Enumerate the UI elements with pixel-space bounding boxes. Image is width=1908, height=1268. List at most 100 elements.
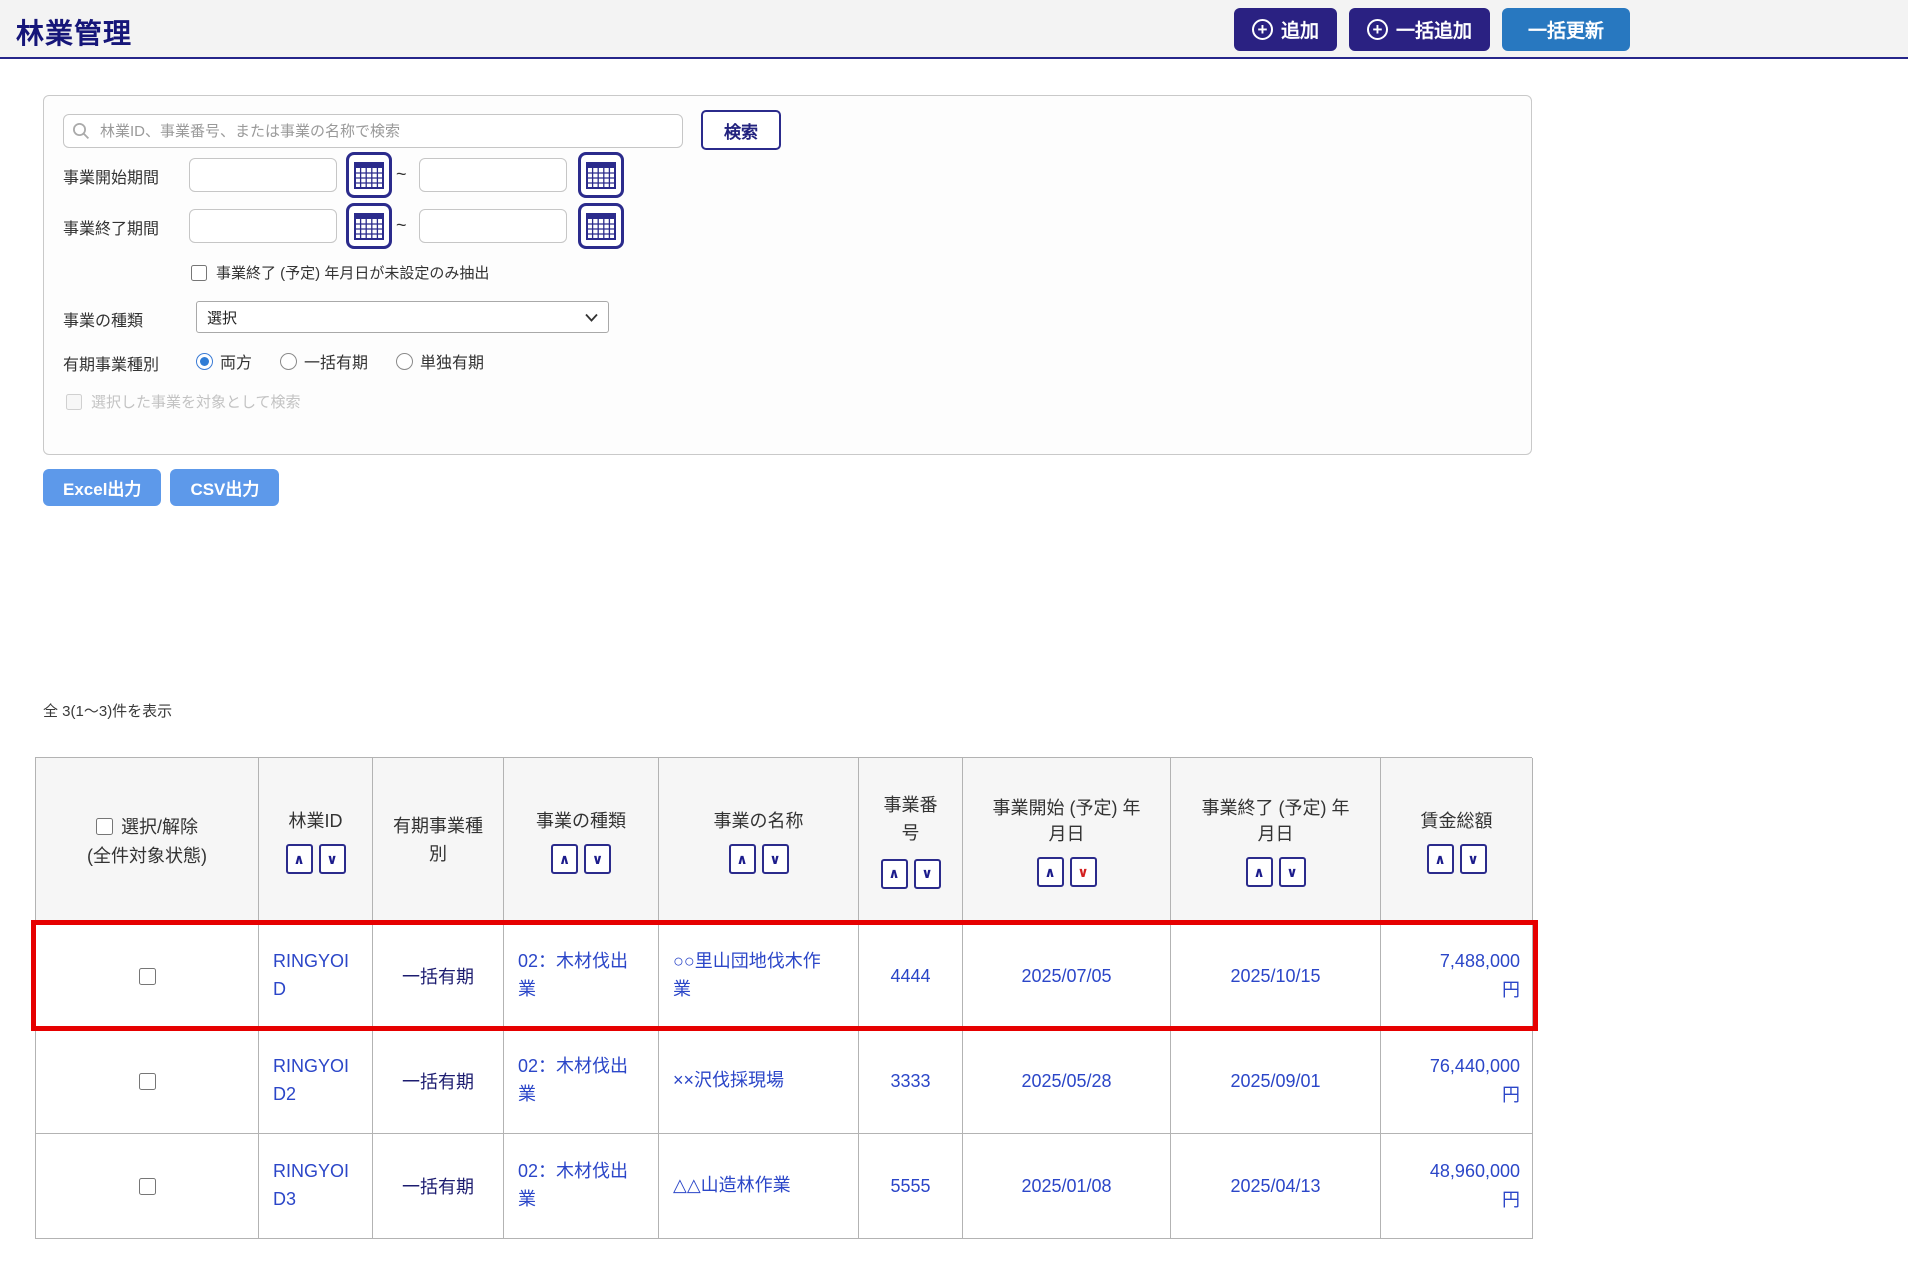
csv-export-button[interactable]: CSV出力	[170, 469, 279, 506]
search-selected-checkbox	[66, 394, 82, 410]
sort-desc-button-id[interactable]: ∨	[319, 844, 346, 874]
row-checkbox[interactable]	[139, 1073, 156, 1090]
number-column-label: 事業番号	[882, 792, 940, 848]
row-end-date-cell: 2025/09/01	[1171, 1029, 1381, 1134]
row-id-cell[interactable]: RINGYOID	[259, 924, 373, 1029]
sort-asc-button-end-date[interactable]: ∧	[1246, 857, 1273, 887]
row-wage-cell: 76,440,000 円	[1381, 1029, 1533, 1134]
sort-desc-button-number[interactable]: ∨	[914, 859, 941, 889]
calendar-icon	[354, 213, 384, 240]
sort-asc-button-number[interactable]: ∧	[881, 859, 908, 889]
row-start-date-cell: 2025/05/28	[963, 1029, 1171, 1134]
sort-desc-button-end-date[interactable]: ∨	[1279, 857, 1306, 887]
row-type-cell: 02：木材伐出業	[504, 924, 659, 1029]
add-button[interactable]: + 追加	[1234, 8, 1337, 51]
range-separator: ~	[396, 164, 407, 185]
search-panel: 検索 事業開始期間 ~ 事業終了期間	[43, 95, 1532, 455]
row-fixed-term-cell: 一括有期	[373, 1029, 504, 1134]
fixed-term-radio-group: 両方 一括有期 単独有期	[196, 349, 484, 373]
row-end-date-cell: 2025/04/13	[1171, 1134, 1381, 1239]
select-all-checkbox[interactable]	[96, 818, 113, 835]
end-period-to-calendar-button[interactable]	[578, 203, 624, 249]
keyword-search-input[interactable]	[63, 114, 683, 148]
export-row: Excel出力 CSV出力	[43, 469, 279, 506]
search-icon	[72, 122, 91, 141]
add-button-label: 追加	[1281, 16, 1319, 43]
end-date-column-label: 事業終了 (予定) 年月日	[1193, 794, 1358, 846]
row-id-cell[interactable]: RINGYOID2	[259, 1029, 373, 1134]
row-wage-cell: 7,488,000 円	[1381, 924, 1533, 1029]
search-box	[63, 114, 683, 148]
bulk-add-button[interactable]: + 一括追加	[1349, 8, 1490, 51]
end-period-label: 事業終了期間	[63, 215, 159, 239]
start-period-from-input[interactable]	[189, 158, 337, 192]
plus-circle-icon: +	[1367, 19, 1388, 40]
wage-column-label: 賃金総額	[1421, 807, 1493, 833]
radio-option-both-label: 両方	[220, 349, 252, 373]
header-name-column: 事業の名称 ∧ ∨	[659, 758, 859, 924]
search-selected-label: 選択した事業を対象として検索	[91, 391, 301, 412]
top-bar: 林業管理 + 追加 + 一括追加 一括更新	[0, 0, 1908, 59]
sort-asc-button-wage[interactable]: ∧	[1427, 844, 1454, 874]
row-select-cell	[36, 924, 259, 1029]
fixed-term-label: 有期事業種別	[63, 351, 159, 375]
radio-option-single-fixed-label: 単独有期	[420, 349, 484, 373]
row-checkbox[interactable]	[139, 968, 156, 985]
fixed-term-column-label: 有期事業種別	[391, 813, 485, 869]
row-start-date-cell: 2025/01/08	[963, 1134, 1171, 1239]
chevron-down-icon	[585, 313, 598, 322]
header-id-column: 林業ID ∧ ∨	[259, 758, 373, 924]
radio-option-single-fixed[interactable]: 単独有期	[396, 349, 484, 373]
bulk-update-button-label: 一括更新	[1528, 16, 1604, 43]
select-column-label: 選択/解除	[121, 813, 198, 839]
search-selected-row: 選択した事業を対象として検索	[66, 391, 301, 412]
radio-option-both[interactable]: 両方	[196, 349, 252, 373]
start-period-to-calendar-button[interactable]	[578, 152, 624, 198]
sort-asc-button-id[interactable]: ∧	[286, 844, 313, 874]
unset-end-filter-checkbox[interactable]	[191, 265, 207, 281]
row-number-cell: 4444	[859, 924, 963, 1029]
header-type-column: 事業の種類 ∧ ∨	[504, 758, 659, 924]
row-id-cell[interactable]: RINGYOID3	[259, 1134, 373, 1239]
sort-desc-button-type[interactable]: ∨	[584, 844, 611, 874]
end-period-from-input[interactable]	[189, 209, 337, 243]
unset-end-filter-row: 事業終了 (予定) 年月日が未設定のみ抽出	[191, 262, 489, 283]
header-start-date-column: 事業開始 (予定) 年月日 ∧ ∨	[963, 758, 1171, 924]
radio-option-bulk-fixed[interactable]: 一括有期	[280, 349, 368, 373]
sort-desc-button-start-date-active[interactable]: ∨	[1070, 857, 1097, 887]
excel-export-button[interactable]: Excel出力	[43, 469, 161, 506]
radio-selected-icon	[196, 353, 213, 370]
header-number-column: 事業番号 ∧ ∨	[859, 758, 963, 924]
type-column-label: 事業の種類	[536, 807, 626, 833]
row-number-cell: 3333	[859, 1029, 963, 1134]
id-column-label: 林業ID	[289, 807, 343, 833]
row-select-cell	[36, 1134, 259, 1239]
row-wage-cell: 48,960,000 円	[1381, 1134, 1533, 1239]
business-type-select[interactable]: 選択	[196, 301, 609, 333]
sort-asc-button-name[interactable]: ∧	[729, 844, 756, 874]
row-name-cell[interactable]: ××沢伐採現場	[659, 1029, 859, 1134]
result-count: 全 3(1～3)件を表示	[43, 700, 172, 721]
radio-unselected-icon	[280, 353, 297, 370]
sort-desc-button-wage[interactable]: ∨	[1460, 844, 1487, 874]
sort-asc-button-start-date[interactable]: ∧	[1037, 857, 1064, 887]
header-wage-column: 賃金総額 ∧ ∨	[1381, 758, 1533, 924]
start-date-column-label: 事業開始 (予定) 年月日	[984, 794, 1149, 846]
bulk-update-button[interactable]: 一括更新	[1502, 8, 1630, 51]
row-type-cell: 02：木材伐出業	[504, 1029, 659, 1134]
search-button[interactable]: 検索	[701, 110, 781, 150]
end-period-from-calendar-button[interactable]	[346, 203, 392, 249]
row-checkbox[interactable]	[139, 1178, 156, 1195]
bulk-add-button-label: 一括追加	[1396, 16, 1472, 43]
start-period-to-input[interactable]	[419, 158, 567, 192]
start-period-from-calendar-button[interactable]	[346, 152, 392, 198]
plus-circle-icon: +	[1252, 19, 1273, 40]
forestry-table: 選択/解除 (全件対象状態) 林業ID ∧ ∨ 有期事業種別 事業の種類 ∧ ∨…	[35, 757, 1532, 1239]
row-fixed-term-cell: 一括有期	[373, 1134, 504, 1239]
row-name-cell[interactable]: △△山造林作業	[659, 1134, 859, 1239]
sort-asc-button-type[interactable]: ∧	[551, 844, 578, 874]
end-period-to-input[interactable]	[419, 209, 567, 243]
sort-desc-button-name[interactable]: ∨	[762, 844, 789, 874]
row-name-cell[interactable]: ○○里山団地伐木作業	[659, 924, 859, 1029]
radio-unselected-icon	[396, 353, 413, 370]
